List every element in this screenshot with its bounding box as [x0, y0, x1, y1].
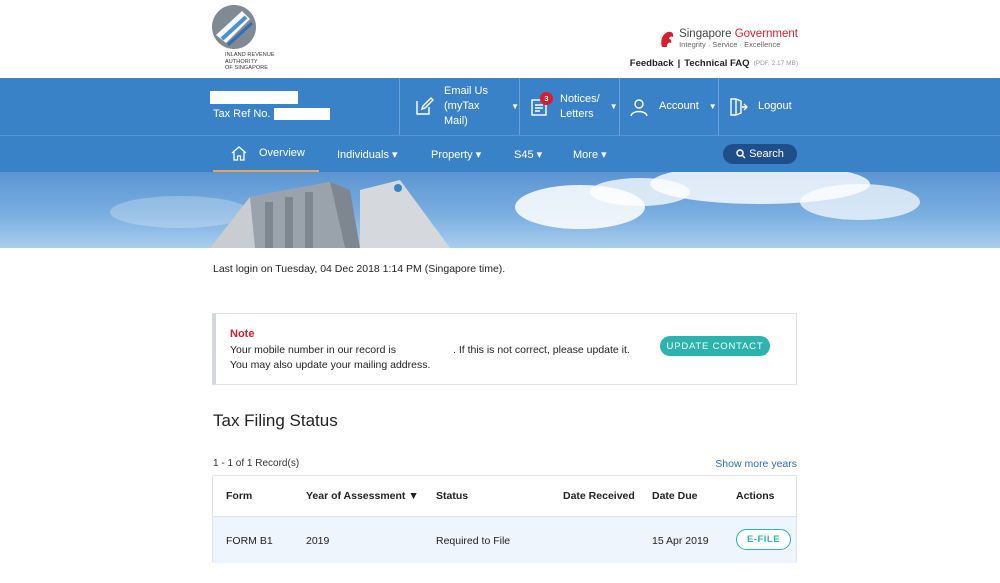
nav-individuals-label: Individuals ▾ — [337, 149, 398, 161]
note-mobile-text: Your mobile number in our record is — [230, 344, 396, 356]
account-label: Account — [659, 100, 699, 112]
iras-logo-text: INLAND REVENUE AUTHORITY OF SINGAPORE — [225, 52, 275, 72]
note-panel: Note Your mobile number in our record is… — [212, 313, 797, 385]
notices-line1: Notices/ — [560, 92, 600, 105]
search-icon — [736, 149, 746, 159]
chevron-down-icon: ▼ — [609, 102, 618, 111]
nav-more[interactable]: More ▾ — [573, 136, 607, 173]
section-title: Tax Filing Status — [213, 411, 338, 430]
account-bar: Tax Ref No. Email Us (myTax Mail) ▼ 3 No… — [0, 78, 1000, 135]
logo-text-line: OF SINGAPORE — [225, 65, 269, 71]
iras-logo-emblem — [212, 5, 256, 49]
tax-ref-redacted — [274, 108, 331, 120]
search-label: Search — [749, 148, 784, 160]
col-date-due: Date Due — [652, 490, 698, 502]
nav-overview-label: Overview — [259, 147, 305, 159]
note-mobile-text-suffix: . If this is not correct, please update … — [453, 344, 630, 356]
notices-count-badge: 3 — [540, 91, 553, 105]
hero-banner — [0, 172, 1000, 248]
e-file-button[interactable]: E-FILE — [736, 529, 791, 550]
table-header: Form Year of Assessment ▼ Status Date Re… — [213, 476, 796, 517]
nav-individuals[interactable]: Individuals ▾ — [337, 136, 398, 173]
technical-faq-link[interactable]: Technical FAQ — [684, 58, 749, 69]
sg-gov-name-accent: Government — [734, 28, 798, 40]
logout-label: Logout — [758, 100, 792, 112]
record-count: 1 - 1 of 1 Record(s) — [213, 458, 300, 469]
lion-head-icon — [659, 30, 675, 48]
nav-s45-label: S45 ▾ — [514, 149, 543, 161]
email-us-label: Email Us (myTax Mail) — [444, 84, 501, 129]
nav-property[interactable]: Property ▾ — [431, 136, 481, 173]
nav-property-label: Property ▾ — [431, 149, 482, 161]
cell-status: Required to File — [436, 535, 511, 547]
home-icon — [231, 145, 247, 161]
nav-more-label: More ▾ — [573, 149, 607, 161]
feedback-link[interactable]: Feedback — [630, 58, 674, 69]
note-address-text: You may also update your mailing address… — [230, 359, 431, 371]
cell-form: FORM B1 — [226, 535, 273, 547]
email-us-line1: Email Us — [444, 85, 489, 97]
cell-year: 2019 — [306, 535, 330, 547]
col-year-of-assessment[interactable]: Year of Assessment ▼ — [306, 490, 419, 502]
col-status: Status — [436, 490, 469, 502]
building-sky-illustration — [110, 172, 920, 248]
tax-ref-label: Tax Ref No. — [213, 108, 271, 120]
notices-line2: Letters — [560, 107, 594, 120]
email-us-menu[interactable]: Email Us (myTax Mail) ▼ — [399, 78, 519, 135]
table-row: FORM B1 2019 Required to File 15 Apr 201… — [213, 517, 796, 563]
faq-file-meta: (PDF, 2.17 MB) — [753, 60, 798, 67]
last-login-text: Last login on Tuesday, 04 Dec 2018 1:14 … — [213, 263, 506, 275]
taxpayer-name-redacted — [210, 91, 298, 104]
email-us-line2: (myTax Mail) — [444, 100, 480, 127]
notices-letters-menu[interactable]: 3 Notices/ Letters ▼ — [519, 78, 619, 135]
col-date-received: Date Received — [563, 490, 635, 502]
top-header: INLAND REVENUE AUTHORITY OF SINGAPORE Si… — [0, 0, 1000, 78]
search-button[interactable]: Search — [723, 144, 797, 164]
logout-button[interactable]: Logout — [718, 78, 808, 135]
cell-date-due: 15 Apr 2019 — [652, 535, 709, 547]
logo-text-line: INLAND REVENUE — [225, 52, 275, 58]
user-icon — [629, 97, 649, 117]
col-form: Form — [226, 490, 253, 502]
note-title: Note — [230, 328, 255, 340]
mail-edit-icon — [414, 96, 434, 117]
tax-filing-table: Form Year of Assessment ▼ Status Date Re… — [212, 475, 797, 563]
singapore-government-brand[interactable]: Singapore Government Integrity · Service… — [661, 28, 798, 50]
account-menu[interactable]: Account ▼ — [619, 78, 718, 135]
top-links: Feedback | Technical FAQ (PDF, 2.17 MB) — [630, 58, 798, 69]
tax-ref-number: Tax Ref No. — [213, 108, 331, 120]
sg-gov-tagline: Integrity · Service · Excellence — [679, 40, 781, 49]
nav-s45[interactable]: S45 ▾ — [514, 136, 542, 173]
nav-overview[interactable]: Overview — [213, 136, 319, 173]
chevron-down-icon: ▼ — [708, 102, 717, 111]
document-icon: 3 — [530, 91, 553, 117]
show-more-years-link[interactable]: Show more years — [715, 458, 797, 470]
update-contact-button[interactable]: UPDATE CONTACT — [660, 336, 770, 356]
col-actions: Actions — [736, 490, 775, 502]
link-separator: | — [677, 58, 681, 69]
sg-gov-title: Singapore Government — [679, 28, 798, 40]
main-nav: Overview Individuals ▾ Property ▾ S45 ▾ … — [0, 135, 1000, 173]
chevron-down-icon: ▼ — [511, 102, 519, 111]
iras-logo[interactable]: INLAND REVENUE AUTHORITY OF SINGAPORE — [212, 5, 282, 75]
notices-label: Notices/ Letters — [560, 92, 600, 122]
sg-gov-name: Singapore — [679, 28, 732, 40]
logout-icon — [728, 97, 748, 117]
